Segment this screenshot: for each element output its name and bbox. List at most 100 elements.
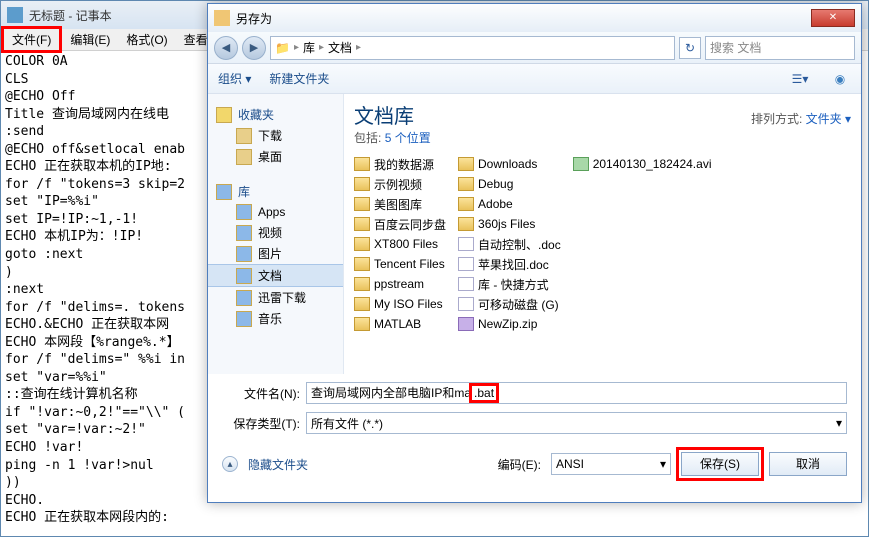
sidebar-item-apps[interactable]: Apps <box>208 202 343 222</box>
sidebar-item-desktop[interactable]: 桌面 <box>208 146 343 167</box>
sidebar-item-music[interactable]: 音乐 <box>208 308 343 329</box>
breadcrumb[interactable]: 📁 ▸ 库 ▸ 文档 ▸ <box>270 36 675 60</box>
file-icon <box>458 277 474 291</box>
menu-edit[interactable]: 编辑(E) <box>62 29 118 50</box>
filename-input[interactable]: 查询局域网内全部电脑IP和ma.bat <box>306 382 847 404</box>
filename-label: 文件名(N): <box>222 385 300 402</box>
chevron-right-icon: ▸ <box>356 42 361 53</box>
folder-icon <box>354 157 370 171</box>
newfolder-button[interactable]: 新建文件夹 <box>269 70 329 87</box>
file-item[interactable]: 示例视频 <box>354 174 446 194</box>
menu-format[interactable]: 格式(O) <box>118 29 175 50</box>
sidebar-item-videos[interactable]: 视频 <box>208 222 343 243</box>
back-button[interactable]: ◀ <box>214 36 238 60</box>
folder-icon <box>458 157 474 171</box>
file-item[interactable]: 我的数据源 <box>354 154 446 174</box>
sort-link[interactable]: 文件夹 ▾ <box>806 112 851 126</box>
sidebar-item-xunlei[interactable]: 迅雷下载 <box>208 287 343 308</box>
close-icon[interactable]: ✕ <box>811 9 855 27</box>
folder-icon <box>236 128 252 144</box>
sidebar-favorites-head[interactable]: 收藏夹 <box>208 104 343 125</box>
encoding-select[interactable]: ANSI▾ <box>551 453 671 475</box>
help-icon[interactable]: ◉ <box>829 69 851 89</box>
cancel-button[interactable]: 取消 <box>769 452 847 476</box>
file-item[interactable]: Adobe <box>458 194 561 214</box>
file-item[interactable]: Debug <box>458 174 561 194</box>
filename-fields: 文件名(N): 查询局域网内全部电脑IP和ma.bat 保存类型(T): 所有文… <box>208 374 861 446</box>
file-icon <box>458 297 474 311</box>
sidebar-library-head[interactable]: 库 <box>208 181 343 202</box>
file-item[interactable]: 美图图库 <box>354 194 446 214</box>
sidebar-item-pictures[interactable]: 图片 <box>208 243 343 264</box>
library-icon <box>216 184 232 200</box>
dialog-bottom-bar: ▴ 隐藏文件夹 编码(E): ANSI▾ 保存(S) 取消 <box>208 446 861 488</box>
file-item[interactable]: 360js Files <box>458 214 561 234</box>
file-grid: 我的数据源示例视频美图图库百度云同步盘XT800 FilesTencent Fi… <box>354 154 851 334</box>
dialog-titlebar[interactable]: 另存为 ✕ <box>208 4 861 32</box>
file-item[interactable]: 百度云同步盘 <box>354 214 446 234</box>
filetype-label: 保存类型(T): <box>222 415 300 432</box>
nav-bar: ◀ ▶ 📁 ▸ 库 ▸ 文档 ▸ ↻ 搜索 文档 <box>208 32 861 64</box>
filetype-select[interactable]: 所有文件 (*.*)▾ <box>306 412 847 434</box>
folder-icon <box>354 257 370 271</box>
file-item[interactable]: Downloads <box>458 154 561 174</box>
chevron-down-icon: ▾ <box>836 416 842 430</box>
include-label: 包括: <box>354 131 381 145</box>
video-icon <box>573 157 589 171</box>
dialog-title-text: 另存为 <box>236 10 811 27</box>
zip-icon <box>458 317 474 331</box>
chevron-right-icon: ▸ <box>294 42 299 53</box>
library-icon <box>236 225 252 241</box>
folder-icon <box>354 277 370 291</box>
library-icon <box>236 290 252 306</box>
file-list-pane: 文档库 包括: 5 个位置 排列方式: 文件夹 ▾ 我的数据源示例视频美图图库百… <box>344 94 861 374</box>
hide-folders-link[interactable]: 隐藏文件夹 <box>248 456 308 473</box>
file-item[interactable]: 可移动磁盘 (G) <box>458 294 561 314</box>
search-input[interactable]: 搜索 文档 <box>705 36 855 60</box>
folder-icon <box>354 197 370 211</box>
file-icon <box>458 237 474 251</box>
save-button[interactable]: 保存(S) <box>681 452 759 476</box>
file-item[interactable]: 自动控制、.doc <box>458 234 561 254</box>
chevron-up-icon[interactable]: ▴ <box>222 456 238 472</box>
folder-icon <box>458 197 474 211</box>
file-item[interactable]: MATLAB <box>354 314 446 334</box>
organize-button[interactable]: 组织 ▾ <box>218 70 251 87</box>
file-item[interactable]: 20140130_182424.avi <box>573 154 712 174</box>
view-options-icon[interactable]: ☰▾ <box>789 69 811 89</box>
chevron-right-icon: ▸ <box>319 42 324 53</box>
file-item[interactable]: 库 - 快捷方式 <box>458 274 561 294</box>
file-item[interactable]: 苹果找回.doc <box>458 254 561 274</box>
folder-icon <box>354 297 370 311</box>
file-item[interactable]: XT800 Files <box>354 234 446 254</box>
filename-ext-highlight: .bat <box>469 383 499 403</box>
notepad-icon <box>7 7 23 23</box>
library-icon <box>236 311 252 327</box>
bc-seg-documents[interactable]: 文档 <box>328 39 352 56</box>
file-item[interactable]: My ISO Files <box>354 294 446 314</box>
folder-icon <box>458 217 474 231</box>
refresh-button[interactable]: ↻ <box>679 37 701 59</box>
folder-icon <box>354 317 370 331</box>
menu-file[interactable]: 文件(F) <box>1 26 62 53</box>
library-icon <box>236 246 252 262</box>
sidebar-item-downloads[interactable]: 下载 <box>208 125 343 146</box>
include-link[interactable]: 5 个位置 <box>385 131 431 145</box>
saveas-icon <box>214 10 230 26</box>
file-item[interactable]: ppstream <box>354 274 446 294</box>
bc-seg-library[interactable]: 库 <box>303 39 315 56</box>
star-icon <box>216 107 232 123</box>
forward-button[interactable]: ▶ <box>242 36 266 60</box>
bc-root-icon: 📁 <box>275 41 290 55</box>
folder-icon <box>354 177 370 191</box>
folder-icon <box>236 149 252 165</box>
folder-icon <box>458 177 474 191</box>
pane-title: 文档库 <box>354 100 431 129</box>
sidebar-item-documents[interactable]: 文档 <box>208 264 343 287</box>
search-placeholder: 搜索 文档 <box>710 39 761 56</box>
file-item[interactable]: NewZip.zip <box>458 314 561 334</box>
toolbar: 组织 ▾ 新建文件夹 ☰▾ ◉ <box>208 64 861 94</box>
file-item[interactable]: Tencent Files <box>354 254 446 274</box>
saveas-dialog: 另存为 ✕ ◀ ▶ 📁 ▸ 库 ▸ 文档 ▸ ↻ 搜索 文档 组织 ▾ 新建文件… <box>207 3 862 503</box>
encoding-label: 编码(E): <box>498 456 541 473</box>
